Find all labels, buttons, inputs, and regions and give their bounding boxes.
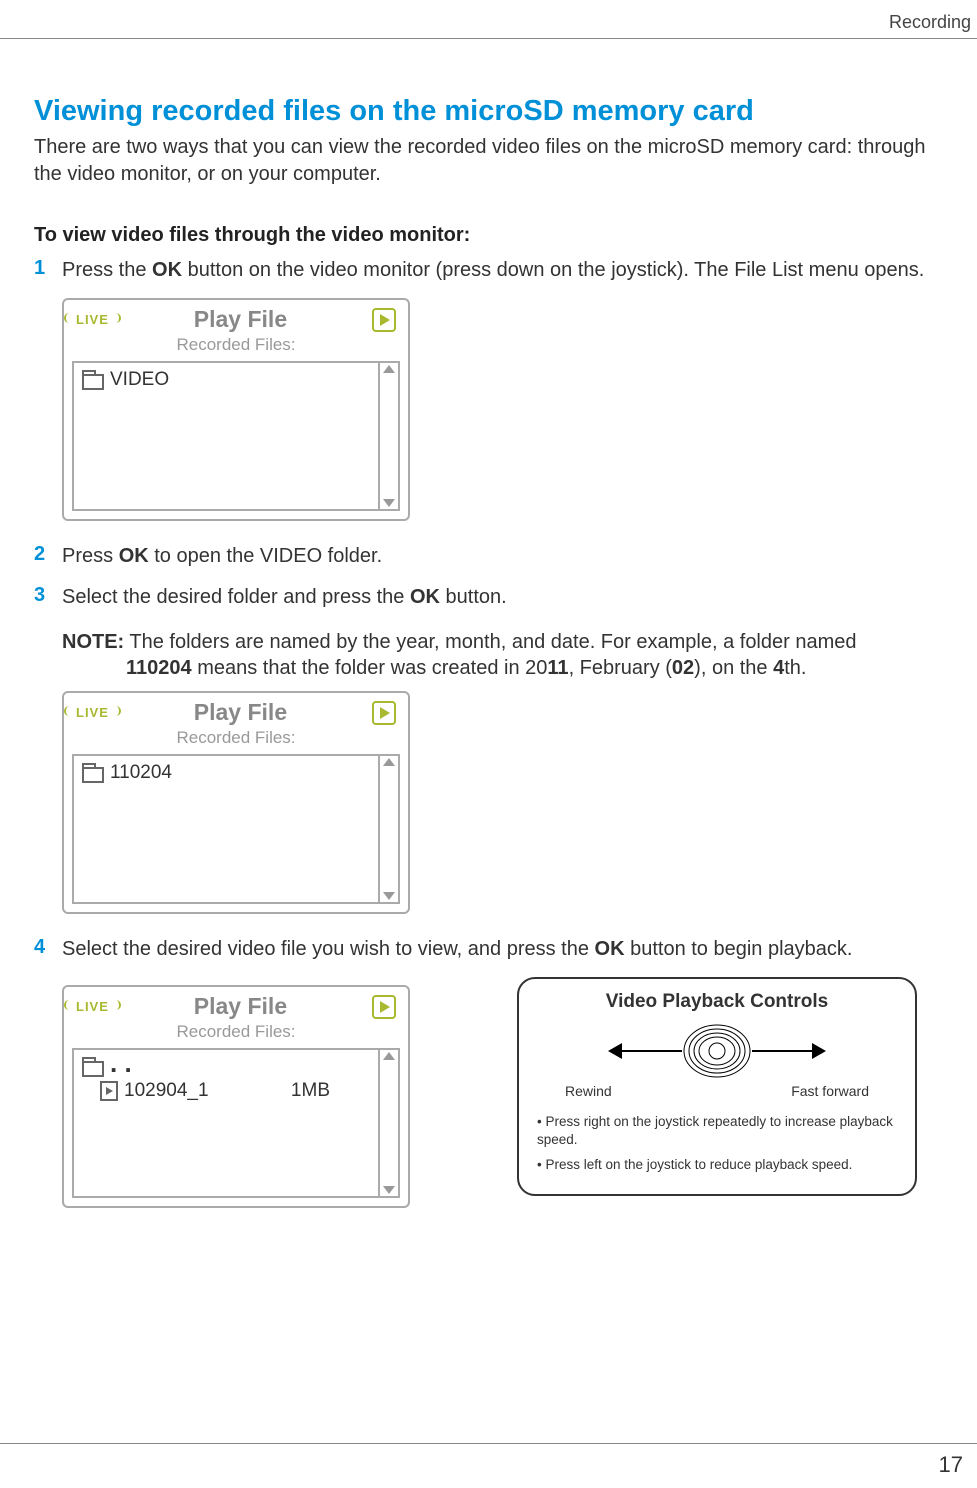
t: The folders are named by the year, month… — [124, 631, 856, 653]
header-section-label: Recording — [889, 12, 971, 33]
scroll-down-icon — [383, 892, 395, 900]
arrow-right — [752, 1043, 826, 1059]
video-playback-controls-box: Video Playback Controls — [517, 977, 917, 1196]
playfile-subtitle: Recorded Files: — [72, 1022, 400, 1042]
folder-name: VIDEO — [110, 369, 169, 391]
play-icon — [372, 308, 396, 332]
t-bold: 110204 — [126, 657, 192, 679]
folder-icon — [82, 1061, 104, 1077]
footer-rule — [0, 1443, 977, 1444]
t-bold: OK — [152, 259, 182, 281]
scroll-up-icon — [383, 365, 395, 373]
file-list: VIDEO — [72, 361, 380, 511]
bottom-row: LIVE Play File Recorded Files: . . 10290… — [62, 977, 943, 1227]
video-file-icon — [100, 1081, 118, 1101]
procedure-heading: To view video files through the video mo… — [34, 224, 943, 247]
file-list: . . 102904_1 1MB — [72, 1048, 380, 1198]
play-icon — [372, 995, 396, 1019]
t-bold: OK — [119, 545, 149, 567]
parent-folder: . . — [110, 1056, 132, 1078]
page-number: 17 — [939, 1452, 963, 1478]
scroll-down-icon — [383, 1186, 395, 1194]
vpc-bullet-1: • Press right on the joystick repeatedly… — [537, 1113, 897, 1148]
t: button. — [440, 586, 507, 608]
step-text: Select the desired video file you wish t… — [62, 936, 943, 963]
t: to open the VIDEO folder. — [149, 545, 382, 567]
scrollbar — [380, 361, 400, 511]
page-content: Viewing recorded files on the microSD me… — [34, 95, 943, 1227]
arrow-left — [608, 1043, 682, 1059]
list-item: VIDEO — [82, 369, 370, 391]
playfile-title: Play File — [194, 306, 287, 333]
t-bold: 4 — [773, 657, 784, 679]
folder-icon — [82, 767, 104, 783]
t: , February ( — [569, 657, 672, 679]
scroll-down-icon — [383, 499, 395, 507]
t: button on the video monitor (press down … — [182, 259, 924, 281]
playfile-screenshot-1: LIVE Play File Recorded Files: VIDEO — [62, 298, 410, 521]
t: Select the desired video file you wish t… — [62, 938, 595, 960]
folder-icon — [82, 374, 104, 390]
folder-name: 110204 — [110, 762, 172, 784]
intro-paragraph: There are two ways that you can view the… — [34, 134, 943, 188]
step-text: Press the OK button on the video monitor… — [62, 257, 943, 284]
arrow-right-icon — [812, 1043, 826, 1059]
list-item: 110204 — [82, 762, 370, 784]
live-badge: LIVE — [76, 705, 109, 720]
playfile-subtitle: Recorded Files: — [72, 335, 400, 355]
t: th. — [784, 657, 806, 679]
t: Select the desired folder and press the — [62, 586, 410, 608]
t-bold: OK — [595, 938, 625, 960]
note-block: NOTE: The folders are named by the year,… — [62, 629, 943, 681]
step-number: 1 — [34, 257, 62, 284]
fast-forward-label: Fast forward — [791, 1083, 869, 1099]
live-badge: LIVE — [76, 312, 109, 327]
file-name: 102904_1 — [124, 1080, 209, 1102]
t: Press — [62, 545, 119, 567]
t: means that the folder was created in 20 — [192, 657, 548, 679]
t: button to begin playback. — [625, 938, 853, 960]
scroll-up-icon — [383, 1052, 395, 1060]
t: ), on the — [694, 657, 773, 679]
playfile-subtitle: Recorded Files: — [72, 728, 400, 748]
step-2: 2 Press OK to open the VIDEO folder. — [62, 543, 943, 570]
file-size: 1MB — [291, 1080, 330, 1102]
list-item: . . — [82, 1056, 370, 1078]
play-icon — [372, 701, 396, 725]
scroll-up-icon — [383, 758, 395, 766]
step-1: 1 Press the OK button on the video monit… — [62, 257, 943, 284]
step-4: 4 Select the desired video file you wish… — [62, 936, 943, 963]
step-number: 4 — [34, 936, 62, 963]
header-rule — [0, 38, 977, 39]
step-3: 3 Select the desired folder and press th… — [62, 584, 943, 611]
playfile-title: Play File — [194, 699, 287, 726]
page-heading: Viewing recorded files on the microSD me… — [34, 95, 943, 128]
t: Press the — [62, 259, 152, 281]
vpc-bullet-2: • Press left on the joystick to reduce p… — [537, 1156, 897, 1174]
scrollbar — [380, 754, 400, 904]
t-bold: 02 — [672, 657, 694, 679]
playfile-screenshot-3: LIVE Play File Recorded Files: . . 10290… — [62, 985, 410, 1208]
playfile-title: Play File — [194, 993, 287, 1020]
t-bold: OK — [410, 586, 440, 608]
t-bold: 11 — [547, 657, 568, 679]
joystick-icon — [682, 1023, 752, 1079]
step-number: 3 — [34, 584, 62, 611]
note-label: NOTE: — [62, 631, 124, 653]
step-text: Select the desired folder and press the … — [62, 584, 943, 611]
live-badge: LIVE — [76, 999, 109, 1014]
file-list: 110204 — [72, 754, 380, 904]
step-number: 2 — [34, 543, 62, 570]
vpc-title: Video Playback Controls — [537, 991, 897, 1013]
list-item: 102904_1 1MB — [100, 1080, 370, 1102]
rewind-label: Rewind — [565, 1083, 612, 1099]
vpc-diagram — [537, 1023, 897, 1079]
arrow-left-icon — [608, 1043, 622, 1059]
playfile-screenshot-2: LIVE Play File Recorded Files: 110204 — [62, 691, 410, 914]
scrollbar — [380, 1048, 400, 1198]
step-text: Press OK to open the VIDEO folder. — [62, 543, 943, 570]
